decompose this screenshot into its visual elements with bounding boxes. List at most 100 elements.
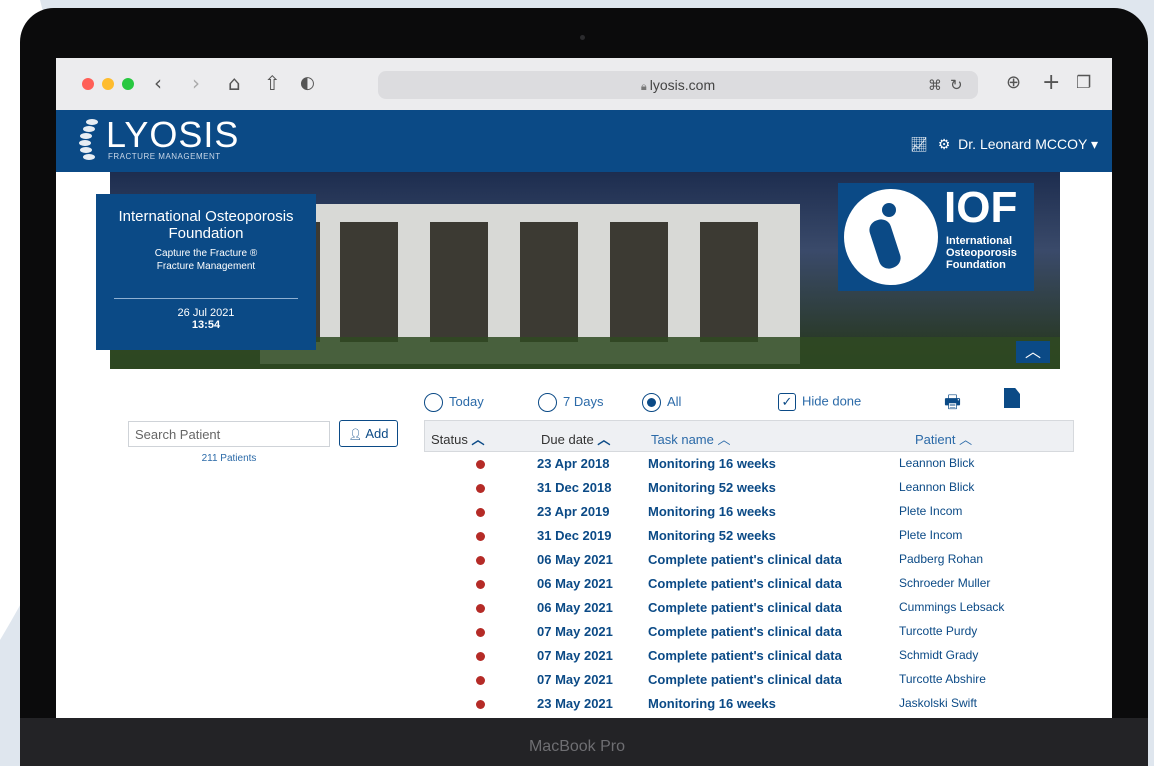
forward-icon[interactable]: › <box>192 71 200 95</box>
task-name[interactable]: Monitoring 16 weeks <box>648 696 776 711</box>
task-name[interactable]: Complete patient's clinical data <box>648 624 842 639</box>
table-row[interactable]: 07 May 2021 Complete patient's clinical d… <box>424 620 1074 644</box>
filter-today-label: Today <box>449 393 484 409</box>
sort-up-icon[interactable]: ︿ <box>718 432 731 447</box>
app-logo[interactable]: LYOSIS <box>106 114 239 156</box>
task-name[interactable]: Complete patient's clinical data <box>648 648 842 663</box>
hide-done-checkbox[interactable]: ✓ <box>778 393 796 411</box>
column-patient[interactable]: Patient ︿ <box>915 429 972 448</box>
task-name[interactable]: Monitoring 16 weeks <box>648 456 776 471</box>
banner-date: 26 Jul 2021 <box>177 307 235 319</box>
back-icon[interactable]: ‹ <box>154 71 162 95</box>
table-row[interactable]: 31 Dec 2019 Monitoring 52 weeks Plete Inco… <box>424 524 1074 548</box>
sort-up-icon[interactable]: ︿ <box>597 432 610 447</box>
translate-icon[interactable]: ⌘ <box>928 74 942 98</box>
table-row[interactable]: 31 Dec 2018 Monitoring 52 weeks Leannon Bl… <box>424 476 1074 500</box>
banner-time: 13:54 <box>191 319 221 331</box>
patient-name[interactable]: Cummings Lebsack <box>899 600 1004 614</box>
tab-overview-icon[interactable]: ❐ <box>1076 71 1091 95</box>
camera <box>580 35 585 40</box>
patient-name[interactable]: Turcotte Abshire <box>899 672 986 686</box>
patient-name[interactable]: Leannon Blick <box>899 480 974 494</box>
table-row[interactable]: 07 May 2021 Complete patient's clinical d… <box>424 668 1074 692</box>
home-icon[interactable]: ⌂ <box>228 71 241 95</box>
filter-all[interactable]: All <box>642 393 681 412</box>
table-row[interactable]: 06 May 2021 Complete patient's clinical d… <box>424 548 1074 572</box>
radio-all[interactable] <box>642 393 661 412</box>
due-date: 06 May 2021 <box>537 576 613 591</box>
status-overdue-dot <box>476 460 485 469</box>
table-row[interactable]: 23 Apr 2019 Monitoring 16 weeks Plete Inco… <box>424 500 1074 524</box>
settings-gear-icon[interactable]: ⚙ <box>938 137 951 153</box>
organization-name: International Osteoporosis Foundation <box>118 208 294 242</box>
task-name[interactable]: Complete patient's clinical data <box>648 552 842 567</box>
new-tab-icon[interactable]: + <box>1042 71 1060 95</box>
due-date: 23 Apr 2018 <box>537 456 610 471</box>
search-patient-input[interactable] <box>128 421 330 447</box>
patient-name[interactable]: Padberg Rohan <box>899 552 983 566</box>
column-due-date[interactable]: Due date ︿ <box>541 429 610 448</box>
column-status-label: Status <box>431 432 468 447</box>
filter-all-label: All <box>667 393 682 409</box>
sort-up-icon[interactable]: ︿ <box>471 432 484 447</box>
sort-up-icon[interactable]: ︿ <box>959 432 972 447</box>
filter-7-days-label: 7 Days <box>563 393 604 409</box>
due-date: 31 Dec 2018 <box>537 480 612 495</box>
iof-full-name: International Osteoporosis Foundation <box>946 235 1017 271</box>
due-date: 31 Dec 2019 <box>537 528 612 543</box>
logo-spine-icon <box>79 119 98 160</box>
share-icon[interactable]: ⇧ <box>264 71 281 95</box>
patient-name[interactable]: Leannon Blick <box>899 456 974 470</box>
task-name[interactable]: Complete patient's clinical data <box>648 576 842 591</box>
table-row[interactable]: 07 May 2021 Complete patient's clinical d… <box>424 644 1074 668</box>
user-menu[interactable]: 📈︎ ⚙ Dr. Leonard MCCOY ▾ <box>910 136 1098 153</box>
due-date: 23 Apr 2019 <box>537 504 610 519</box>
filter-7-days[interactable]: 7 Days <box>538 393 603 412</box>
address-bar[interactable]: 🔒︎ lyosis.com <box>378 71 978 99</box>
task-name[interactable]: Complete patient's clinical data <box>648 672 842 687</box>
task-name[interactable]: Monitoring 52 weeks <box>648 528 776 543</box>
radio-today[interactable] <box>424 393 443 412</box>
task-table-header: Status ︿ Due date ︿ Task name ︿ Patient … <box>424 420 1074 452</box>
due-date: 06 May 2021 <box>537 552 613 567</box>
statistics-icon[interactable]: 📈︎ <box>910 137 928 153</box>
patient-name[interactable]: Plete Incom <box>899 504 962 518</box>
column-status[interactable]: Status ︿ <box>431 429 485 448</box>
status-overdue-dot <box>476 700 485 709</box>
close-window-button[interactable] <box>82 78 94 90</box>
patient-name[interactable]: Jaskolski Swift <box>899 696 977 710</box>
hide-done-toggle[interactable]: ✓ Hide done <box>778 393 861 411</box>
zoom-window-button[interactable] <box>122 78 134 90</box>
patient-name[interactable]: Schroeder Muller <box>899 576 990 590</box>
patient-name[interactable]: Plete Incom <box>899 528 962 542</box>
patient-name[interactable]: Schmidt Grady <box>899 648 978 662</box>
reload-icon[interactable]: ↻ <box>950 73 963 97</box>
print-icon[interactable]: 🖶 <box>944 390 961 420</box>
status-overdue-dot <box>476 556 485 565</box>
table-row[interactable]: 23 May 2021 Monitoring 16 weeks Jaskolski … <box>424 692 1074 716</box>
table-row[interactable]: 23 Apr 2018 Monitoring 16 weeks Leannon Bl… <box>424 452 1074 476</box>
due-date: 06 May 2021 <box>537 600 613 615</box>
task-name[interactable]: Monitoring 16 weeks <box>648 504 776 519</box>
minimize-window-button[interactable] <box>102 78 114 90</box>
task-name[interactable]: Complete patient's clinical data <box>648 600 842 615</box>
table-row[interactable]: 06 May 2021 Complete patient's clinical d… <box>424 572 1074 596</box>
collapse-banner-chevron-up-icon[interactable]: ︿ <box>1016 341 1050 363</box>
export-icon[interactable] <box>1004 388 1020 408</box>
user-name: Dr. Leonard MCCOY ▾ <box>958 136 1098 152</box>
app-header: LYOSIS FRACTURE MANAGEMENT 📈︎ ⚙ Dr. Leon… <box>56 110 1112 172</box>
filter-today[interactable]: Today <box>424 393 484 412</box>
url-text: lyosis.com <box>649 77 716 93</box>
privacy-shield-icon[interactable]: ◐ <box>300 71 315 95</box>
organization-info-box: International Osteoporosis Foundation Ca… <box>96 194 316 350</box>
column-task-name[interactable]: Task name ︿ <box>651 429 731 448</box>
add-patient-button[interactable]: 👤︎ Add <box>339 420 398 447</box>
download-icon[interactable]: ⊕ <box>1006 71 1021 95</box>
column-due-date-label: Due date <box>541 432 594 447</box>
status-overdue-dot <box>476 604 485 613</box>
task-name[interactable]: Monitoring 52 weeks <box>648 480 776 495</box>
device-label: MacBook Pro <box>528 738 626 755</box>
radio-7-days[interactable] <box>538 393 557 412</box>
table-row[interactable]: 06 May 2021 Complete patient's clinical d… <box>424 596 1074 620</box>
patient-name[interactable]: Turcotte Purdy <box>899 624 977 638</box>
